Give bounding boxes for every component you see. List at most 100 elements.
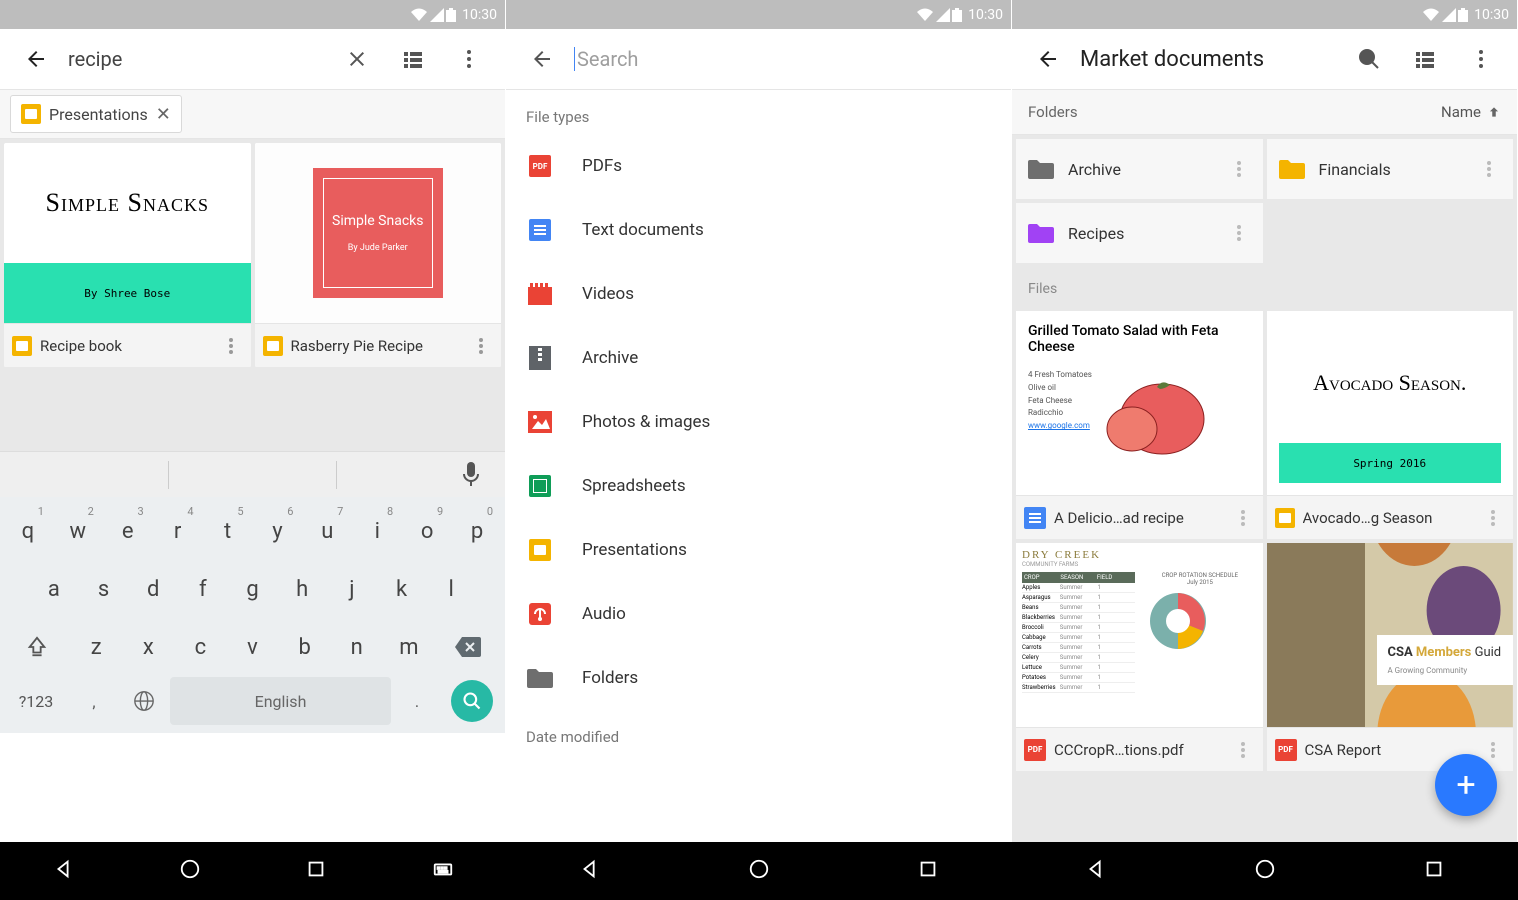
item-overflow[interactable]	[1227, 221, 1251, 245]
search-input[interactable]	[574, 47, 999, 71]
nav-home[interactable]	[179, 858, 201, 884]
key-v[interactable]: v	[227, 619, 277, 675]
filetype-archive[interactable]: Archive	[506, 326, 1011, 390]
filetype-videos[interactable]: Videos	[506, 262, 1011, 326]
key-u[interactable]: u7	[303, 503, 351, 559]
search-key[interactable]	[443, 677, 501, 725]
backspace-key[interactable]	[436, 619, 501, 675]
filetype-photos-images[interactable]: Photos & images	[506, 390, 1011, 454]
item-overflow[interactable]	[1481, 738, 1505, 762]
item-overflow[interactable]	[1231, 506, 1255, 530]
key-j[interactable]: j	[328, 561, 376, 617]
period-key[interactable]: .	[393, 677, 441, 725]
filetype-audio[interactable]: Audio	[506, 582, 1011, 646]
key-q[interactable]: q1	[4, 503, 52, 559]
clear-button[interactable]	[333, 35, 381, 83]
item-overflow[interactable]	[469, 334, 493, 358]
symbols-key[interactable]: ?123	[4, 677, 68, 725]
chip-remove[interactable]: ✕	[156, 104, 171, 125]
view-toggle-button[interactable]	[1401, 35, 1449, 83]
filetype-spreadsheets[interactable]: Spreadsheets	[506, 454, 1011, 518]
key-a[interactable]: a	[30, 561, 78, 617]
key-g[interactable]: g	[229, 561, 277, 617]
filetype-text-documents[interactable]: Text documents	[506, 198, 1011, 262]
key-n[interactable]: n	[332, 619, 382, 675]
section-label: Folders	[1028, 103, 1078, 121]
fab-create[interactable]: +	[1435, 754, 1497, 816]
back-button[interactable]	[518, 35, 566, 83]
key-p[interactable]: p0	[453, 503, 501, 559]
key-l[interactable]: l	[427, 561, 475, 617]
thumb-author: By Shree Bose	[4, 263, 251, 323]
mic-button[interactable]	[451, 455, 491, 495]
item-overflow[interactable]	[1227, 157, 1251, 181]
shift-key[interactable]	[4, 619, 69, 675]
search-button[interactable]	[1345, 35, 1393, 83]
key-c[interactable]: c	[175, 619, 225, 675]
item-overflow[interactable]	[219, 334, 243, 358]
result-card[interactable]: Simple SnacksBy Jude Parker Rasberry Pie…	[255, 143, 502, 367]
screen-folder-view: 10:30 Market documents Folders Name Arch…	[1012, 0, 1518, 842]
item-overflow[interactable]	[1477, 157, 1501, 181]
sort-button[interactable]: Name	[1441, 103, 1501, 121]
results-grid: Simple Snacks By Shree Bose Recipe book …	[0, 139, 505, 371]
filetype-presentations[interactable]: Presentations	[506, 518, 1011, 582]
nav-back[interactable]	[1085, 858, 1107, 884]
overflow-button[interactable]	[445, 35, 493, 83]
file-card[interactable]: CSA Members GuidA Growing CommunityPDFCS…	[1267, 543, 1514, 771]
file-card[interactable]: DRY CREEKCOMMUNITY FARMSCROPSEASONFIELDA…	[1016, 543, 1263, 771]
folder-card[interactable]: Financials	[1267, 139, 1514, 199]
key-x[interactable]: x	[123, 619, 173, 675]
file-card[interactable]: Grilled Tomato Salad with Feta Cheese4 F…	[1016, 311, 1263, 539]
back-button[interactable]	[1024, 35, 1072, 83]
search-input[interactable]	[68, 47, 325, 71]
folder-card[interactable]: Recipes	[1016, 203, 1263, 263]
filetype-folders[interactable]: Folders	[506, 646, 1011, 710]
spacebar[interactable]: English	[170, 677, 391, 725]
key-b[interactable]: b	[280, 619, 330, 675]
key-i[interactable]: i8	[353, 503, 401, 559]
key-m[interactable]: m	[384, 619, 434, 675]
filter-chip-presentations[interactable]: Presentations ✕	[10, 95, 182, 133]
nav-keyboard-icon[interactable]	[432, 858, 454, 884]
filetype-icon	[526, 344, 554, 372]
overflow-button[interactable]	[1457, 35, 1505, 83]
nav-recent[interactable]	[1423, 858, 1445, 884]
nav-back[interactable]	[52, 858, 74, 884]
status-bar: 10:30	[506, 0, 1011, 29]
keyboard: q1w2e3r4t5y6u7i8o9p0 asdfghjkl zxcvbnm ?…	[0, 497, 505, 733]
key-s[interactable]: s	[80, 561, 128, 617]
file-card[interactable]: Avocado Season.Spring 2016Avocado…g Seas…	[1267, 311, 1514, 539]
result-card[interactable]: Simple Snacks By Shree Bose Recipe book	[4, 143, 251, 367]
search-appbar	[506, 29, 1011, 89]
back-button[interactable]	[12, 35, 60, 83]
key-w[interactable]: w2	[54, 503, 102, 559]
key-y[interactable]: y6	[254, 503, 302, 559]
folder-card[interactable]: Archive	[1016, 139, 1263, 199]
nav-recent[interactable]	[305, 858, 327, 884]
key-d[interactable]: d	[129, 561, 177, 617]
key-z[interactable]: z	[71, 619, 121, 675]
key-t[interactable]: t5	[204, 503, 252, 559]
key-f[interactable]: f	[179, 561, 227, 617]
arrow-up-icon	[1487, 105, 1501, 119]
page-title: Market documents	[1080, 47, 1337, 72]
wifi-icon	[410, 8, 428, 22]
nav-back[interactable]	[579, 858, 601, 884]
item-overflow[interactable]	[1481, 506, 1505, 530]
nav-recent[interactable]	[917, 858, 939, 884]
key-r[interactable]: r4	[154, 503, 202, 559]
nav-home[interactable]	[748, 858, 770, 884]
thumb-title: Simple Snacks	[4, 143, 251, 263]
comma-key[interactable]: ,	[70, 677, 118, 725]
key-o[interactable]: o9	[403, 503, 451, 559]
key-k[interactable]: k	[378, 561, 426, 617]
key-e[interactable]: e3	[104, 503, 152, 559]
view-toggle-button[interactable]	[389, 35, 437, 83]
filetype-pdfs[interactable]: PDFPDFs	[506, 134, 1011, 198]
language-key[interactable]	[120, 677, 168, 725]
key-h[interactable]: h	[278, 561, 326, 617]
nav-home[interactable]	[1254, 858, 1276, 884]
filetype-icon	[526, 664, 554, 692]
item-overflow[interactable]	[1231, 738, 1255, 762]
